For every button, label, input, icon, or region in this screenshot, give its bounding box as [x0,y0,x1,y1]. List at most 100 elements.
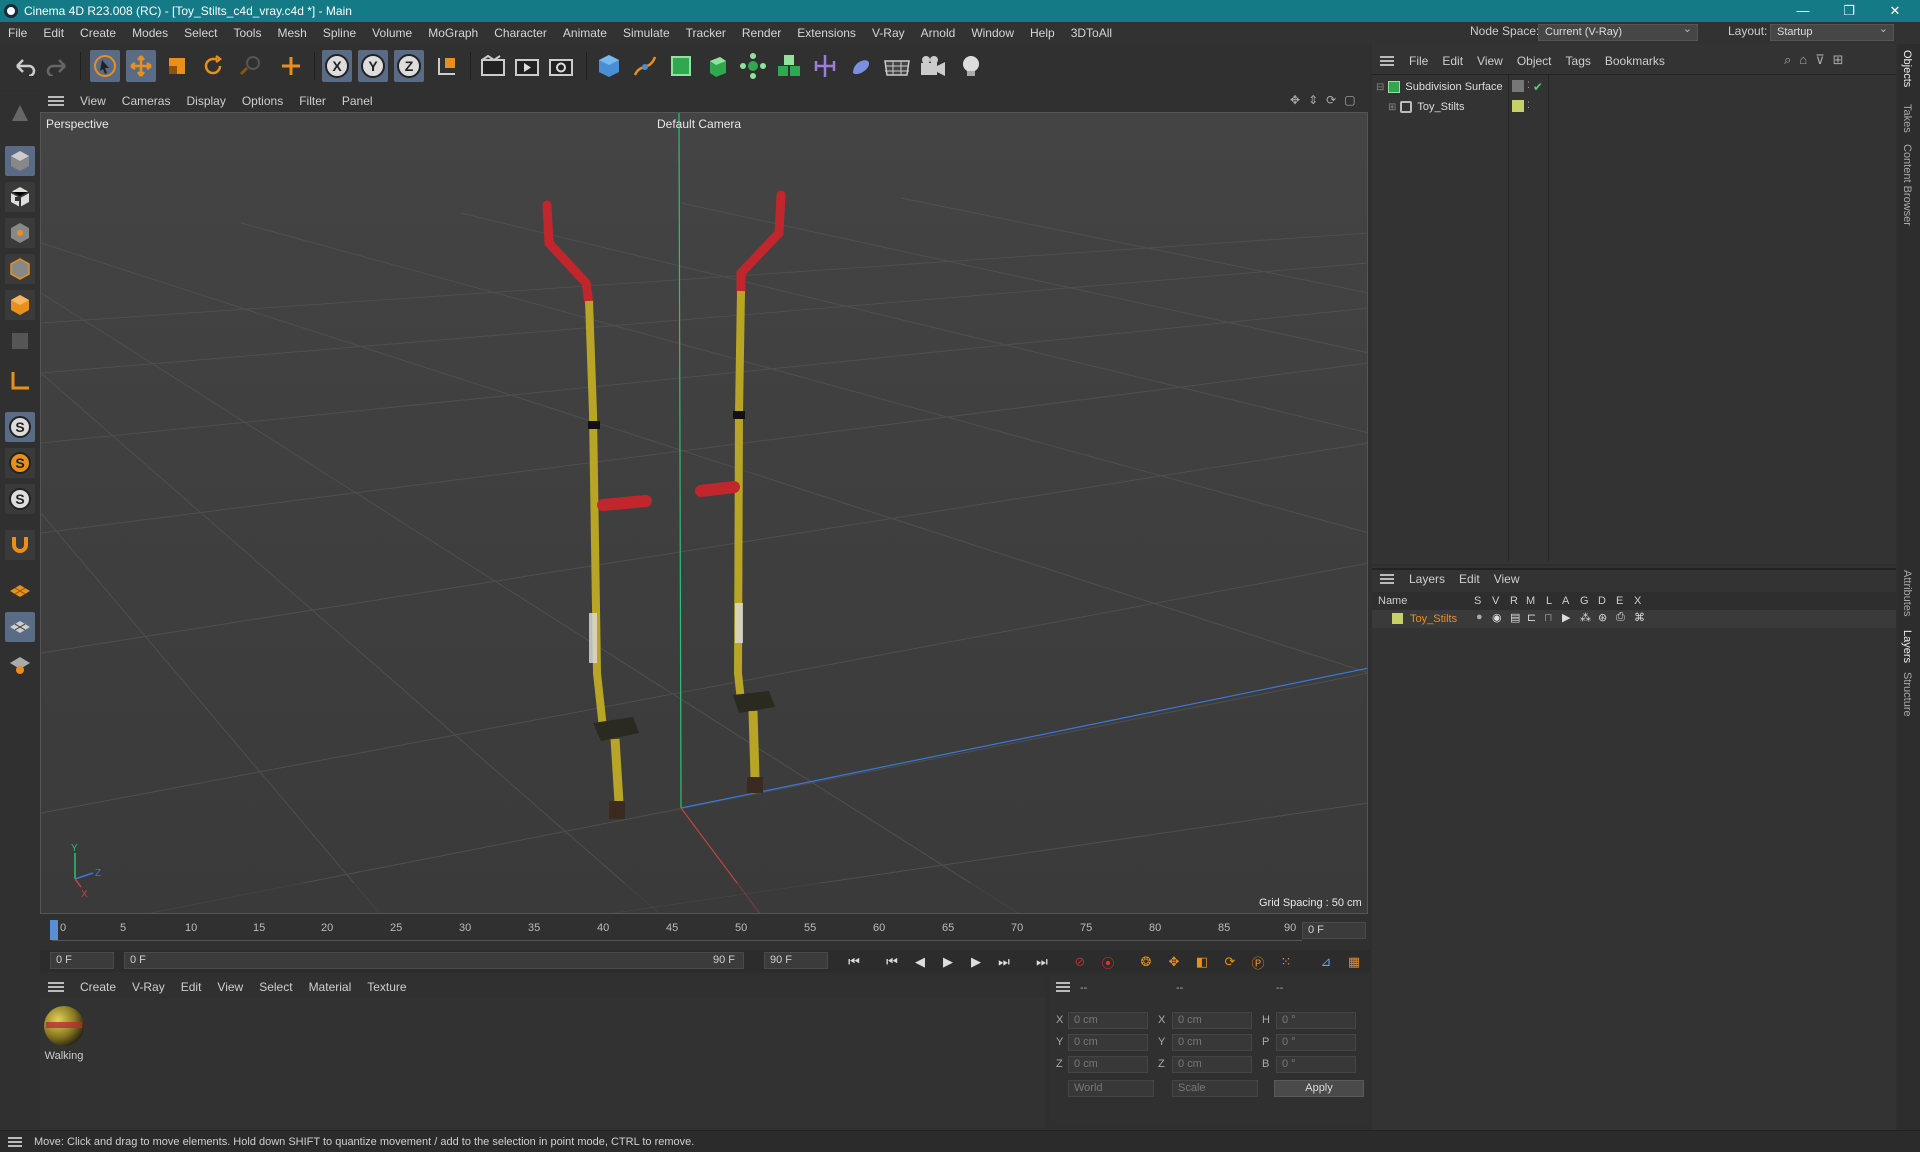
workplane-icon[interactable] [5,576,35,606]
layout-dropdown[interactable]: Startup [1770,22,1894,41]
camera-icon[interactable] [918,50,948,82]
material-menu-create[interactable]: Create [72,980,124,994]
material-menu-material[interactable]: Material [301,980,360,994]
size-y-field[interactable]: 0 cm [1172,1034,1252,1051]
redo-icon[interactable] [42,50,72,82]
start-frame-field[interactable]: 0 F [50,952,114,969]
magnet-icon[interactable] [5,530,35,560]
material-menu-edit[interactable]: Edit [173,980,210,994]
rotation-h-field[interactable]: 0 ° [1276,1012,1356,1029]
playhead[interactable] [50,920,58,940]
tab-objects[interactable]: Objects [1901,50,1913,87]
minimize-icon[interactable]: — [1780,0,1826,22]
end-frame-field[interactable]: 90 F [764,952,828,969]
layer-xref-icon[interactable]: ⌘ [1634,611,1645,624]
render-region-icon[interactable] [478,50,508,82]
filter-icon[interactable]: ⊽ [1815,52,1825,68]
next-key-icon[interactable]: ⏭ [992,951,1016,973]
scale-icon[interactable] [162,50,192,82]
object-menu-edit[interactable]: Edit [1435,54,1470,68]
viewport-menu-view[interactable]: View [72,94,114,108]
key-rotation-icon[interactable]: ⟳ [1218,951,1242,973]
material-menu-vray[interactable]: V-Ray [124,980,173,994]
enabled-check-icon[interactable]: ✔ [1533,80,1543,94]
model-mode-icon[interactable] [5,146,35,176]
layer-name[interactable]: Toy_Stilts [1410,613,1457,625]
key-pla-icon[interactable]: ⁙ [1274,951,1298,973]
layer-menu-layers[interactable]: Layers [1402,572,1452,586]
z-axis-icon[interactable]: Z [394,50,424,82]
object-menu-view[interactable]: View [1470,54,1510,68]
record-keys-icon[interactable]: ⊘ [1068,951,1092,973]
viewport-menu-cameras[interactable]: Cameras [114,94,179,108]
menu-tracker[interactable]: Tracker [678,26,734,40]
viewport-menu-panel[interactable]: Panel [334,94,381,108]
current-frame-field[interactable]: 0 F [1302,922,1366,939]
previous-key-icon[interactable]: ⏮ [880,951,904,973]
menu-mograph[interactable]: MoGraph [420,26,486,40]
material-menu-icon[interactable] [48,982,64,992]
menu-arnold[interactable]: Arnold [913,26,964,40]
cube-icon[interactable] [594,50,624,82]
symmetry-icon[interactable] [810,50,840,82]
key-position-icon[interactable]: ✥ [1162,951,1186,973]
autokey-icon[interactable]: ⦿ [1096,951,1120,973]
motion-mode-icon[interactable]: ⊿ [1314,951,1338,973]
menu-create[interactable]: Create [72,26,124,40]
floor-icon[interactable] [882,50,912,82]
timeline-window-icon[interactable]: ▦ [1342,951,1366,973]
live-selection-icon[interactable] [234,50,264,82]
viewport-menu-display[interactable]: Display [178,94,233,108]
layer-solo-icon[interactable]: ● [1476,611,1483,623]
undo-icon[interactable] [10,50,40,82]
viewport-menu-filter[interactable]: Filter [291,94,334,108]
viewport-menu-icon[interactable] [48,96,64,106]
cloner-icon[interactable] [774,50,804,82]
render-view-icon[interactable] [512,50,542,82]
tab-structure[interactable]: Structure [1901,672,1913,717]
deformer-icon[interactable] [846,50,876,82]
viewport-pan-icon[interactable]: ✥ [1290,93,1300,107]
layer-menu-edit[interactable]: Edit [1452,572,1487,586]
size-z-field[interactable]: 0 cm [1172,1056,1252,1073]
uv-mode-icon[interactable] [5,326,35,356]
tab-takes[interactable]: Takes [1901,104,1913,133]
collapse-icon[interactable]: ⊟ [1376,82,1384,93]
array-icon[interactable] [738,50,768,82]
viewport-menu-options[interactable]: Options [234,94,291,108]
add-icon[interactable] [276,50,306,82]
object-name[interactable]: Subdivision Surface [1405,81,1502,93]
layer-lock-icon[interactable]: ⊓ [1544,611,1553,624]
material-swatch[interactable]: Walking [42,1004,86,1064]
visibility-dots-icon[interactable]: ⁚ [1527,100,1530,112]
menu-file[interactable]: File [0,26,35,40]
menu-spline[interactable]: Spline [315,26,364,40]
axis-mode-icon[interactable] [5,366,35,396]
tab-layers[interactable]: Layers [1901,630,1913,663]
menu-vray[interactable]: V-Ray [864,26,913,40]
layer-generator-icon[interactable]: ⁂ [1580,611,1591,624]
layer-manager-icon[interactable]: ⊏ [1527,611,1536,624]
viewport-maximize-icon[interactable]: ▢ [1344,93,1355,107]
restore-icon[interactable]: ❐ [1826,0,1872,22]
tab-content-browser[interactable]: Content Browser [1901,144,1913,226]
rotation-b-field[interactable]: 0 ° [1276,1056,1356,1073]
snap-icon[interactable]: S [5,412,35,442]
new-window-icon[interactable]: ⊞ [1833,52,1844,68]
layer-menu-icon[interactable] [1380,574,1394,584]
layer-tag-icon[interactable] [1512,80,1524,92]
object-menu-tags[interactable]: Tags [1559,54,1598,68]
home-icon[interactable]: ⌂ [1799,52,1807,68]
coordinates-menu-icon[interactable] [1056,982,1070,992]
menu-character[interactable]: Character [486,26,555,40]
size-mode-dropdown[interactable]: Scale [1172,1080,1258,1097]
play-icon[interactable]: ▶ [936,951,960,973]
subdivision-icon[interactable] [666,50,696,82]
render-settings-icon[interactable] [546,50,576,82]
close-icon[interactable]: ✕ [1872,0,1918,22]
object-row-toy-stilts[interactable]: ⊞ Toy_Stilts [1388,98,1464,116]
grid-plane-icon[interactable] [5,612,35,642]
go-to-start-icon[interactable]: ⏮ [842,951,866,973]
menu-help[interactable]: Help [1022,26,1063,40]
polygons-mode-icon[interactable] [5,290,35,320]
